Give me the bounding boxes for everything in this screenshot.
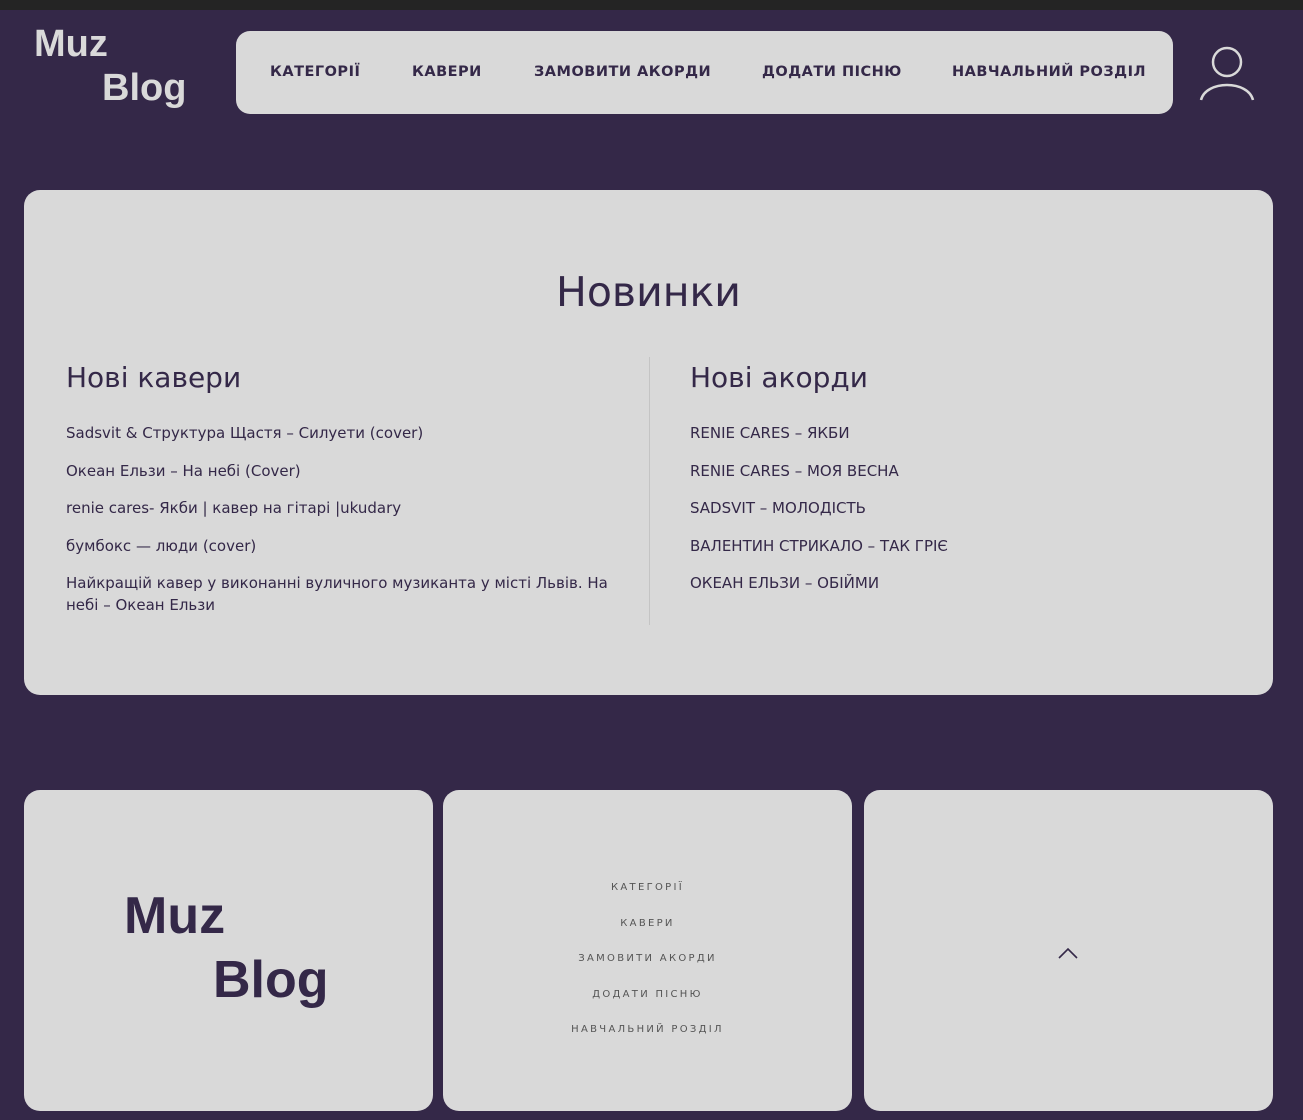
footer-nav: КАТЕГОРІЇ КАВЕРИ ЗАМОВИТИ АКОРДИ ДОДАТИ …: [443, 870, 852, 1048]
cover-item[interactable]: renie cares- Якби | кавер на гітарі |uku…: [66, 497, 616, 519]
top-border: [0, 0, 1303, 10]
nav-item-covers[interactable]: КАВЕРИ: [412, 31, 482, 114]
main-nav: КАТЕГОРІЇ КАВЕРИ ЗАМОВИТИ АКОРДИ ДОДАТИ …: [236, 31, 1173, 114]
chord-item[interactable]: ВАЛЕНТИН СТРИКАЛО – ТАК ГРІЄ: [690, 535, 1210, 557]
footer-nav-categories[interactable]: КАТЕГОРІЇ: [443, 870, 852, 906]
cover-item[interactable]: Sadsvit & Структура Щастя – Силуети (cov…: [66, 422, 616, 444]
footer-logo-card: Muz Blog: [24, 790, 433, 1111]
chord-item[interactable]: SADSVIT – МОЛОДІСТЬ: [690, 497, 1210, 519]
chevron-up-icon[interactable]: [1056, 945, 1080, 961]
new-chords-list: RENIE CARES – ЯКБИ RENIE CARES – МОЯ ВЕС…: [690, 422, 1210, 610]
footer-nav-order-chords[interactable]: ЗАМОВИТИ АКОРДИ: [443, 941, 852, 977]
column-divider: [649, 357, 650, 625]
chord-item[interactable]: RENIE CARES – ЯКБИ: [690, 422, 1210, 444]
footer-nav-learning[interactable]: НАВЧАЛЬНИЙ РОЗДІЛ: [443, 1012, 852, 1048]
footer-logo-line-2: Blog: [213, 951, 329, 1009]
logo-line-1: Muz: [34, 23, 108, 65]
new-covers-title: Нові кавери: [66, 361, 242, 394]
new-covers-list: Sadsvit & Структура Щастя – Силуети (cov…: [66, 422, 616, 632]
logo-line-2: Blog: [102, 67, 187, 109]
cover-item[interactable]: Найкращій кавер у виконанні вуличного му…: [66, 572, 616, 616]
news-title: Новинки: [556, 268, 741, 316]
cover-item[interactable]: бумбокс — люди (cover): [66, 535, 616, 557]
nav-item-order-chords[interactable]: ЗАМОВИТИ АКОРДИ: [534, 31, 711, 114]
footer-scroll-card: [864, 790, 1273, 1111]
nav-item-add-song[interactable]: ДОДАТИ ПІСНЮ: [762, 31, 902, 114]
news-card: Новинки Нові кавери Sadsvit & Структура …: [24, 190, 1273, 695]
footer-logo-line-1: Muz: [124, 887, 226, 945]
new-chords-title: Нові акорди: [690, 361, 868, 394]
nav-item-categories[interactable]: КАТЕГОРІЇ: [270, 31, 360, 114]
chord-item[interactable]: ОКЕАН ЕЛЬЗИ – ОБІЙМИ: [690, 572, 1210, 594]
footer-nav-card: КАТЕГОРІЇ КАВЕРИ ЗАМОВИТИ АКОРДИ ДОДАТИ …: [443, 790, 852, 1111]
footer-nav-add-song[interactable]: ДОДАТИ ПІСНЮ: [443, 977, 852, 1013]
footer-nav-covers[interactable]: КАВЕРИ: [443, 906, 852, 942]
nav-item-learning[interactable]: НАВЧАЛЬНИЙ РОЗДІЛ: [952, 31, 1146, 114]
cover-item[interactable]: Океан Ельзи – На небі (Cover): [66, 460, 616, 482]
footer-logo[interactable]: Muz Blog: [124, 884, 329, 1012]
user-icon[interactable]: [1196, 42, 1258, 104]
chord-item[interactable]: RENIE CARES – МОЯ ВЕСНА: [690, 460, 1210, 482]
header-logo[interactable]: Muz Blog: [34, 22, 186, 110]
